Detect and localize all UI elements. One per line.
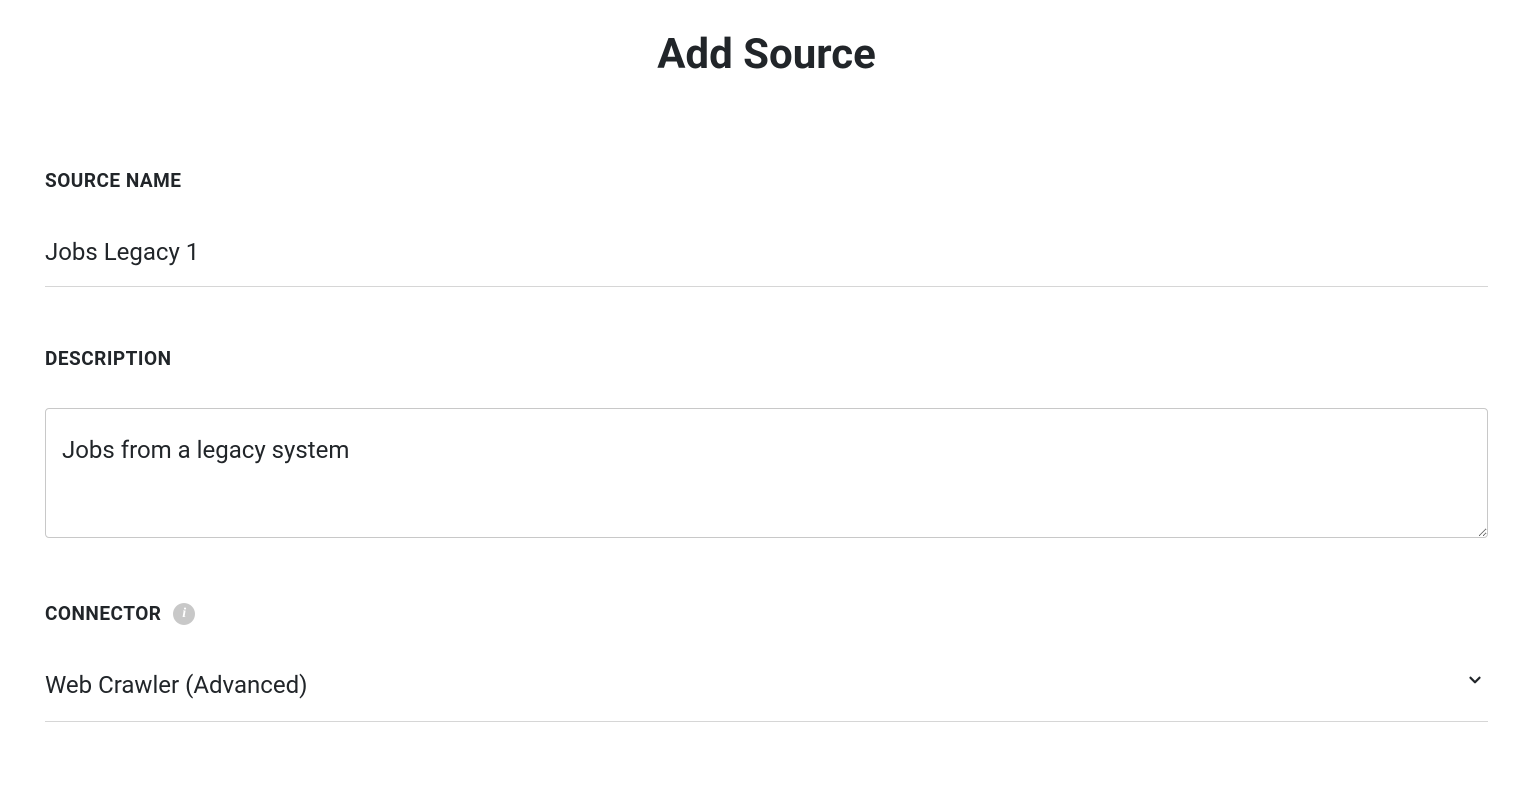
description-label: DESCRIPTION — [45, 347, 1488, 370]
chevron-down-icon — [1466, 671, 1484, 693]
connector-label-row: CONNECTOR i — [45, 602, 1488, 625]
description-textarea[interactable] — [45, 408, 1488, 538]
connector-selected-value: Web Crawler (Advanced) — [45, 663, 1488, 721]
connector-label: CONNECTOR — [45, 602, 161, 625]
source-name-label: SOURCE NAME — [45, 169, 1488, 192]
description-field-group: DESCRIPTION — [45, 347, 1488, 542]
connector-field-group: CONNECTOR i Web Crawler (Advanced) — [45, 602, 1488, 722]
connector-select[interactable]: Web Crawler (Advanced) — [45, 663, 1488, 722]
info-icon[interactable]: i — [173, 603, 195, 625]
page-title: Add Source — [45, 30, 1488, 79]
source-name-field-group: SOURCE NAME — [45, 169, 1488, 287]
source-name-input[interactable] — [45, 230, 1488, 287]
